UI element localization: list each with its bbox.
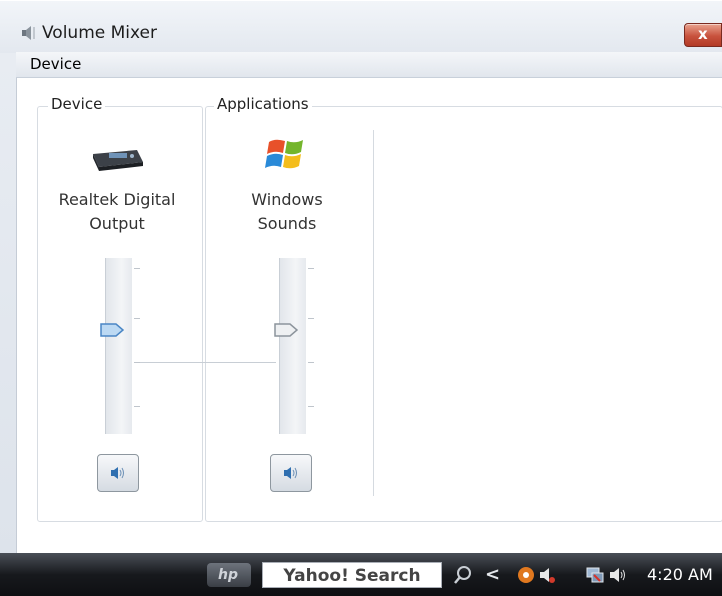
security-shield-icon[interactable] bbox=[516, 565, 536, 585]
show-hidden-icons-chevron[interactable]: < bbox=[485, 564, 500, 585]
app-name-line2: Sounds bbox=[257, 214, 317, 233]
device-volume-thumb[interactable] bbox=[100, 323, 124, 337]
device-volume-slider[interactable] bbox=[100, 258, 140, 434]
clock[interactable]: 4:20 AM bbox=[647, 565, 713, 584]
close-button[interactable]: x bbox=[684, 23, 722, 47]
device-name-line1: Realtek Digital bbox=[58, 190, 176, 209]
windows-logo-icon bbox=[265, 139, 303, 169]
app-mute-button[interactable] bbox=[270, 454, 312, 492]
speaker-icon bbox=[111, 467, 124, 479]
speaker-icon bbox=[284, 467, 297, 479]
search-icon[interactable] bbox=[452, 564, 474, 586]
yahoo-search-box[interactable]: Yahoo! Search bbox=[262, 562, 442, 588]
hp-logo-icon: hp bbox=[218, 567, 238, 583]
menu-bar: Device bbox=[16, 52, 722, 78]
device-group-label: Device bbox=[48, 95, 106, 113]
volume-link-line bbox=[136, 362, 276, 363]
muted-speaker-icon[interactable] bbox=[538, 565, 558, 585]
title-bar[interactable]: Volume Mixer x bbox=[0, 1, 722, 53]
applications-group-label: Applications bbox=[214, 95, 312, 113]
device-mute-button[interactable] bbox=[97, 454, 139, 492]
network-icon[interactable] bbox=[585, 565, 605, 585]
speaker-app-icon bbox=[22, 26, 35, 40]
speaker-device-icon bbox=[93, 150, 143, 171]
taskbar: hp Yahoo! Search < 4:20 AM bbox=[0, 553, 722, 596]
app-volume-slider[interactable] bbox=[274, 258, 314, 434]
volume-mixer-window: Volume Mixer x Device Device Application… bbox=[0, 0, 722, 554]
volume-tray-icon[interactable] bbox=[608, 565, 628, 585]
device-name-line2: Output bbox=[89, 214, 145, 233]
app-name-line1: Windows bbox=[251, 190, 323, 209]
window-title: Volume Mixer bbox=[42, 23, 158, 43]
mixer-content: Device Applications Realtek Digital Outp… bbox=[16, 78, 722, 554]
column-separator bbox=[373, 130, 374, 496]
app-volume-thumb[interactable] bbox=[274, 323, 298, 337]
menu-device[interactable]: Device bbox=[30, 55, 81, 73]
hp-logo-button[interactable]: hp bbox=[207, 563, 251, 587]
close-icon: x bbox=[698, 25, 708, 43]
